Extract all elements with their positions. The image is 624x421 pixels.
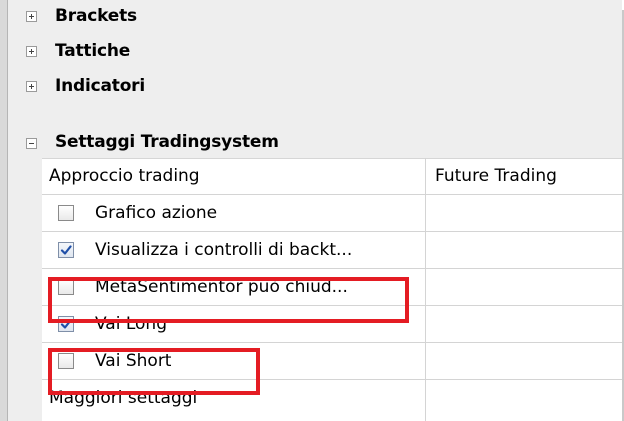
left-gutter: [0, 0, 8, 421]
group-indicatori[interactable]: Indicatori: [8, 70, 622, 106]
visualizza-controlli-checkbox[interactable]: [58, 242, 74, 258]
group-brackets[interactable]: Brackets: [8, 0, 622, 36]
highlight-box-vai-short: [48, 348, 260, 395]
tree-indent: [8, 158, 42, 421]
group-label: Settaggi Tradingsystem: [55, 132, 279, 152]
row-visualizza-controlli-backtest[interactable]: Visualizza i controlli di backt...: [42, 232, 622, 269]
property-value-cell[interactable]: [426, 269, 622, 305]
property-value-cell[interactable]: [426, 232, 622, 268]
row-approccio-trading[interactable]: Approccio trading Future Trading: [42, 158, 622, 195]
group-label: Brackets: [55, 6, 137, 26]
group-label: Tattiche: [55, 41, 131, 61]
expand-plus-icon[interactable]: [26, 81, 37, 92]
property-value: Future Trading: [435, 166, 557, 186]
property-value-cell[interactable]: [426, 306, 622, 342]
property-value-cell[interactable]: [426, 380, 622, 421]
group-settaggi-tradingsystem[interactable]: Settaggi Tradingsystem: [8, 105, 622, 159]
group-tattiche[interactable]: Tattiche: [8, 35, 622, 71]
expand-plus-icon[interactable]: [26, 11, 37, 22]
properties-panel: Brackets Tattiche Indicatori Settaggi Tr…: [0, 0, 624, 421]
checkmark-icon: [60, 245, 72, 255]
property-label: Grafico azione: [95, 203, 218, 223]
property-name-cell: Visualizza i controlli di backt...: [42, 232, 426, 268]
collapse-minus-icon[interactable]: [26, 138, 37, 149]
grafico-azione-checkbox[interactable]: [58, 205, 74, 221]
expand-plus-icon[interactable]: [26, 46, 37, 57]
highlight-box-metasentimentor: [48, 277, 409, 323]
property-value-cell[interactable]: Future Trading: [426, 158, 622, 194]
property-name-cell: Approccio trading: [42, 158, 426, 194]
property-name-cell: Grafico azione: [42, 195, 426, 231]
property-label: Visualizza i controlli di backt...: [95, 240, 353, 260]
property-value-cell[interactable]: [426, 195, 622, 231]
property-value-cell[interactable]: [426, 343, 622, 379]
group-label: Indicatori: [55, 76, 145, 96]
row-grafico-azione[interactable]: Grafico azione: [42, 195, 622, 232]
property-label: Approccio trading: [49, 166, 200, 186]
